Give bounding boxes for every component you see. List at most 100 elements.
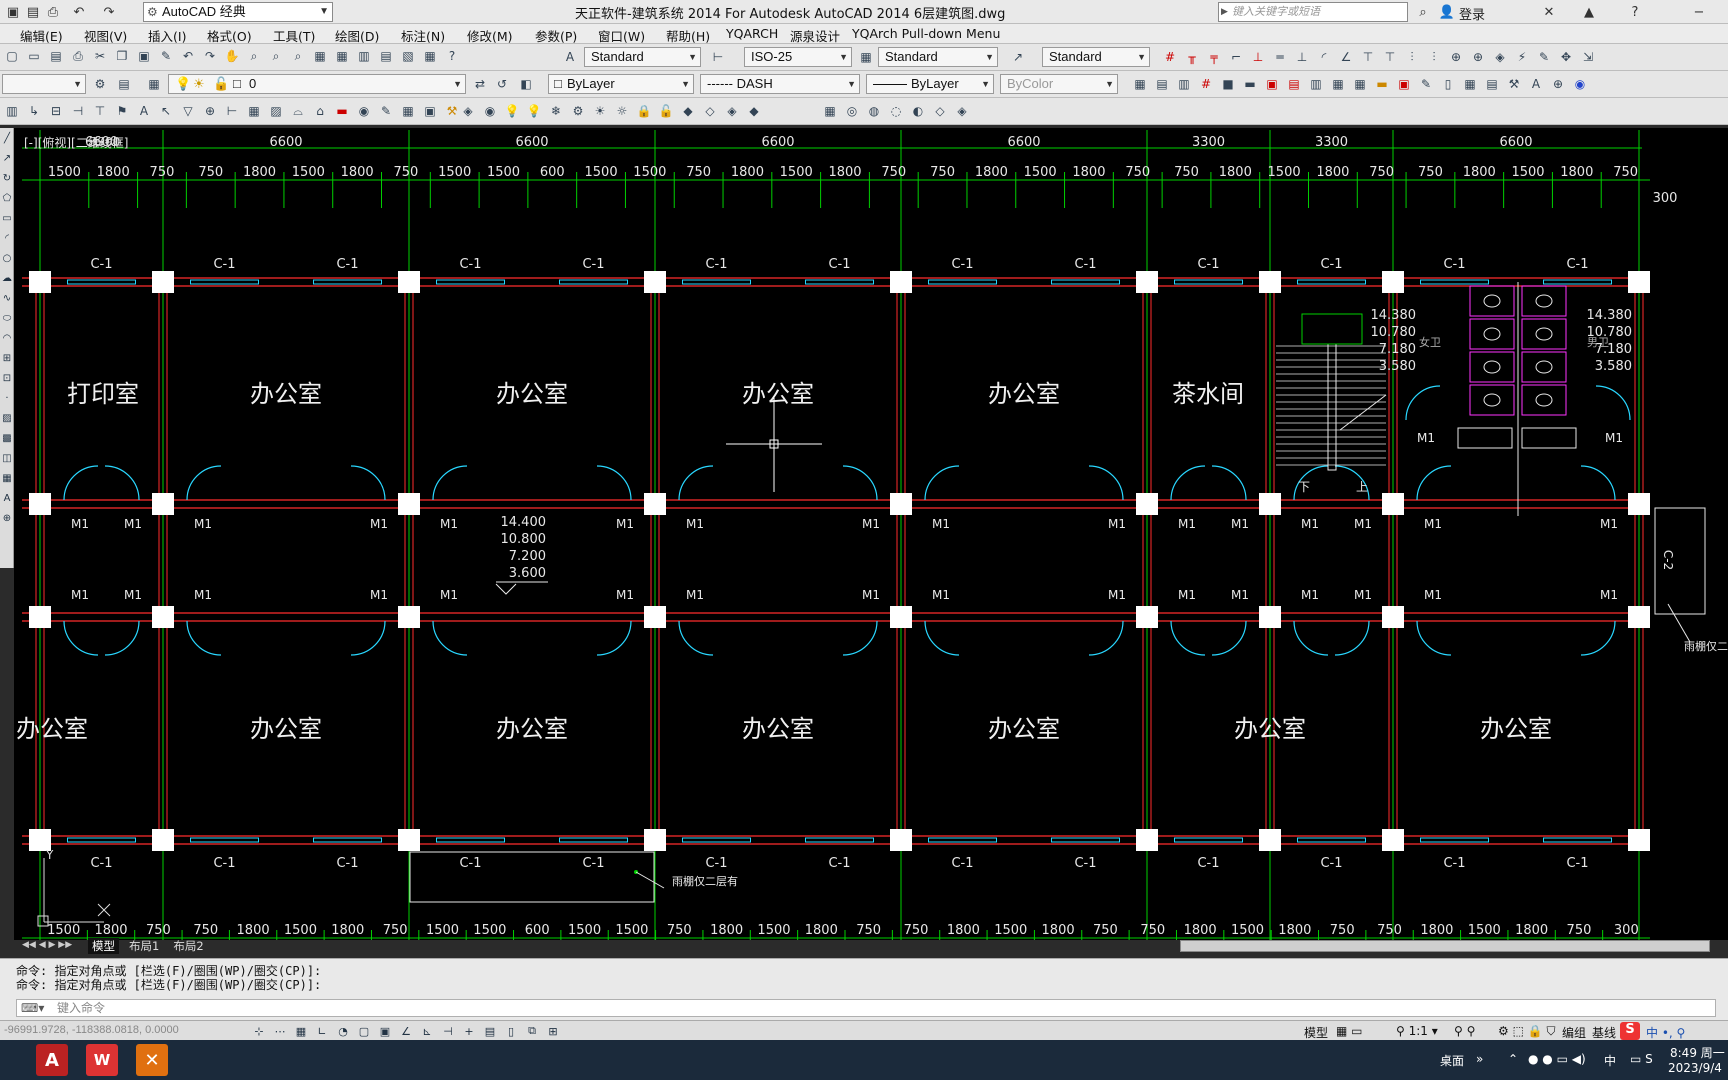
layer-state-select[interactable]: ▼: [2, 74, 86, 94]
dim-baseline-icon[interactable]: ⊤: [1358, 47, 1378, 67]
table-icon[interactable]: ▦: [1350, 74, 1370, 94]
table-icon[interactable]: ▦: [244, 101, 264, 121]
sun-icon[interactable]: ☀: [590, 101, 610, 121]
help-icon[interactable]: ?: [1626, 3, 1644, 21]
layers-icon[interactable]: ◈: [458, 101, 478, 121]
hatch-icon[interactable]: ▨: [0, 408, 14, 428]
make-block-icon[interactable]: ⊡: [0, 368, 14, 388]
pen-icon[interactable]: ✎: [1416, 74, 1436, 94]
text-icon[interactable]: A: [134, 101, 154, 121]
dim-edit-icon[interactable]: ✎: [1534, 47, 1554, 67]
dyn-icon[interactable]: ⊣: [439, 1022, 457, 1040]
cylinder-icon[interactable]: ◎: [842, 101, 862, 121]
pline-icon[interactable]: ⊟: [46, 101, 66, 121]
tarch-icon-2[interactable]: ▤: [1152, 74, 1172, 94]
insert-block-icon[interactable]: ⊞: [0, 348, 14, 368]
region-icon[interactable]: ◫: [0, 448, 14, 468]
drawing-canvas[interactable]: 6600 6600 6600 6600 6600 3300 3300 6600 3900 1500…: [14, 128, 1728, 940]
mtext-icon[interactable]: A: [0, 488, 14, 508]
grid-icon[interactable]: ▦: [292, 1022, 310, 1040]
print-icon[interactable]: ⎙: [44, 3, 62, 21]
new-icon[interactable]: ▢: [2, 46, 22, 66]
menu-view[interactable]: 视图(V): [84, 26, 127, 45]
ellipse-arc-icon[interactable]: ◠: [0, 328, 14, 348]
login-button[interactable]: 登录: [1459, 4, 1485, 23]
grid-icon[interactable]: #: [1196, 74, 1216, 94]
mleader-style-select[interactable]: Standard ▼: [1042, 47, 1150, 67]
stair-icon[interactable]: ▥: [1306, 74, 1326, 94]
color-select[interactable]: □ ByLayer ▼: [548, 74, 694, 94]
wall-icon[interactable]: ▬: [1240, 74, 1260, 94]
layer-match-icon[interactable]: ◇: [700, 101, 720, 121]
tools-icon[interactable]: ⚒: [1504, 74, 1524, 94]
cube-icon[interactable]: ◇: [930, 101, 950, 121]
table-icon[interactable]: ▦: [0, 468, 14, 488]
dim-continue-icon[interactable]: ⊤: [1380, 47, 1400, 67]
ime-mode-label[interactable]: 中 •, ⚲: [1646, 1024, 1685, 1041]
globe-icon[interactable]: ◉: [1570, 74, 1590, 94]
tab-nav-arrows[interactable]: ◀◀ ◀ ▶ ▶▶: [22, 940, 72, 950]
viewport-controls[interactable]: [-][俯视][二维线框]: [24, 134, 128, 151]
menu-yqarch[interactable]: YQARCH: [726, 26, 778, 41]
desktop-chevron-icon[interactable]: »: [1476, 1052, 1483, 1066]
clock-time[interactable]: 8:49 周一: [1670, 1044, 1725, 1061]
tpy-icon[interactable]: ▤: [481, 1022, 499, 1040]
menu-help[interactable]: 帮助(H): [666, 26, 710, 45]
user-icon[interactable]: 👤: [1438, 3, 1456, 21]
dim-style-select[interactable]: ISO-25 ▼: [744, 47, 852, 67]
dim-radius-icon[interactable]: ◜: [1314, 47, 1334, 67]
menu-yqarch-pulldown[interactable]: YQArch Pull-down Menu: [852, 26, 1000, 41]
sogou-taskbar-icon[interactable]: ✕: [136, 1044, 168, 1076]
dim-linear-icon[interactable]: ⊥: [1248, 47, 1268, 67]
index-icon[interactable]: ⊕: [200, 101, 220, 121]
column-icon[interactable]: ╥: [1182, 47, 1202, 67]
tarch-icon-1[interactable]: ▦: [1130, 74, 1150, 94]
save-icon[interactable]: ▤: [24, 3, 42, 21]
workspace-switch-icon[interactable]: ⚙ ⬚ 🔒 ⛉: [1498, 1024, 1555, 1039]
wall-icon[interactable]: ╤: [1204, 47, 1224, 67]
union-icon[interactable]: ◍: [864, 101, 884, 121]
file-icon[interactable]: ▤: [1482, 74, 1502, 94]
dock-icon[interactable]: ▥: [2, 101, 22, 121]
tray-expand-icon[interactable]: ⌃: [1508, 1052, 1518, 1066]
ime-indicator[interactable]: 中: [1604, 1052, 1616, 1069]
grid-view-icon[interactable]: ▦: [398, 101, 418, 121]
elevation-mark-icon[interactable]: ▽: [178, 101, 198, 121]
help-icon[interactable]: ?: [442, 46, 462, 66]
ortho-icon[interactable]: ∟: [313, 1022, 331, 1040]
menu-draw[interactable]: 绘图(D): [335, 26, 379, 45]
exchange-icon[interactable]: ✕: [1540, 3, 1558, 21]
search-input[interactable]: ▶ 键入关键字或短语: [1218, 2, 1408, 22]
bulb-icon[interactable]: 💡: [502, 101, 522, 121]
dim-ordinate-icon[interactable]: ⊥: [1292, 47, 1312, 67]
freeze-icon[interactable]: ❄: [546, 101, 566, 121]
tool-palettes-icon[interactable]: ▥: [354, 46, 374, 66]
paste-icon[interactable]: ▣: [134, 46, 154, 66]
polygon-icon[interactable]: ⬠: [0, 188, 14, 208]
menu-format[interactable]: 格式(O): [207, 26, 252, 45]
sphere-icon[interactable]: ◐: [908, 101, 928, 121]
a360-icon[interactable]: ▲: [1580, 3, 1598, 21]
command-input[interactable]: ⌨▾ 键入命令: [16, 999, 1716, 1017]
menu-yuanquan[interactable]: 源泉设计: [790, 26, 840, 45]
move-icon[interactable]: ✥: [1556, 47, 1576, 67]
table-style-select[interactable]: Standard ▼: [878, 47, 998, 67]
tab-layout2[interactable]: 布局2: [169, 938, 207, 954]
3dosnap-icon[interactable]: ▣: [376, 1022, 394, 1040]
layer-iso-icon[interactable]: ◧: [516, 74, 536, 94]
layer-properties-icon[interactable]: ▦: [144, 74, 164, 94]
redo-icon[interactable]: ↷: [100, 3, 118, 21]
layer-delete-icon[interactable]: ◆: [744, 101, 764, 121]
dim-angular-icon[interactable]: ∠: [1336, 47, 1356, 67]
baseline-toggle[interactable]: 基线: [1592, 1024, 1616, 1041]
spline-icon[interactable]: ∿: [0, 288, 14, 308]
rectangle-icon[interactable]: ▭: [0, 208, 14, 228]
section-icon[interactable]: ▦: [1460, 74, 1480, 94]
layer-walk-icon[interactable]: ◉: [480, 101, 500, 121]
match-icon[interactable]: ✎: [156, 46, 176, 66]
ruler-icon[interactable]: ⊤: [90, 101, 110, 121]
make-current-icon[interactable]: ⇄: [470, 74, 490, 94]
menu-tools[interactable]: 工具(T): [273, 26, 315, 45]
workspace-select[interactable]: ⚙ AutoCAD 经典 ▼: [143, 2, 333, 22]
group-toggle[interactable]: 编组: [1562, 1024, 1586, 1041]
